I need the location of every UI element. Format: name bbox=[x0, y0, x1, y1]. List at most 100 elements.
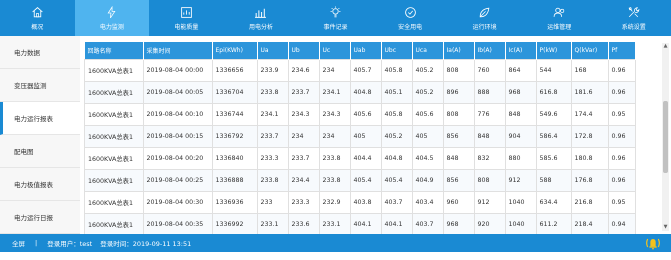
table-cell: 176.8 bbox=[570, 169, 609, 192]
nav-item-2[interactable]: 电能质量 bbox=[149, 0, 224, 36]
table-cell: 0.96 bbox=[607, 169, 636, 192]
table-cell: 585.6 bbox=[535, 147, 572, 170]
table-cell: 404.8 bbox=[380, 147, 413, 170]
column-header[interactable]: P(kW) bbox=[536, 42, 572, 60]
vertical-scrollbar[interactable]: ▲ ▼ bbox=[662, 43, 669, 231]
column-header[interactable]: Q(kVar) bbox=[571, 42, 609, 60]
column-header[interactable]: Ubc bbox=[381, 42, 413, 60]
table-cell: 234 bbox=[287, 125, 320, 148]
home-icon bbox=[32, 6, 43, 17]
column-header[interactable]: 采集时间 bbox=[143, 42, 213, 60]
table-cell: 403.7 bbox=[380, 191, 413, 214]
nav-item-3[interactable]: 用电分析 bbox=[224, 0, 299, 36]
table-cell: 2019-08-04 00:00 bbox=[142, 59, 213, 82]
table-cell: 960 bbox=[442, 191, 475, 214]
table-cell: 404.9 bbox=[411, 169, 444, 192]
column-header[interactable]: Uca bbox=[412, 42, 444, 60]
column-header[interactable]: Ua bbox=[257, 42, 289, 60]
table-cell: 1600KVA总表1 bbox=[84, 147, 144, 170]
table-cell: 0.95 bbox=[607, 191, 636, 214]
sidebar-item-2[interactable]: 电力运行报表 bbox=[0, 102, 80, 135]
nav-item-0[interactable]: 概况 bbox=[0, 0, 75, 36]
table-cell: 404.5 bbox=[411, 147, 444, 170]
table-cell: 233.9 bbox=[256, 59, 289, 82]
table-cell: 403.4 bbox=[411, 191, 444, 214]
nav-item-7[interactable]: 运维管理 bbox=[522, 0, 597, 36]
scroll-thumb[interactable] bbox=[663, 101, 668, 173]
sidebar-item-5[interactable]: 电力运行日报 bbox=[0, 201, 80, 234]
nav-item-label: 用电分析 bbox=[248, 23, 273, 31]
table-cell: 912 bbox=[504, 169, 537, 192]
table-cell: 234 bbox=[318, 125, 351, 148]
table-cell: 848 bbox=[442, 147, 475, 170]
column-header[interactable]: Ib(A) bbox=[474, 42, 506, 60]
column-header[interactable]: Epi(KWh) bbox=[212, 42, 258, 60]
table-row: 1600KVA总表1 2019-08-04 00:35 1336992 233.1 23… bbox=[84, 213, 636, 234]
column-header[interactable]: Ub bbox=[288, 42, 320, 60]
table-cell: 1600KVA总表1 bbox=[84, 125, 144, 148]
table-cell: 233.3 bbox=[287, 191, 320, 214]
table-row: 1600KVA总表1 2019-08-04 00:25 1336888 233.8 23… bbox=[84, 169, 636, 192]
table-cell: 233.8 bbox=[318, 169, 351, 192]
nav-item-5[interactable]: 安全用电 bbox=[373, 0, 448, 36]
table-cell: 234.4 bbox=[287, 169, 320, 192]
table-cell: 1336936 bbox=[211, 191, 258, 214]
table-cell: 760 bbox=[473, 59, 506, 82]
table-row: 1600KVA总表1 2019-08-04 00:05 1336704 233.8 23… bbox=[84, 81, 636, 104]
scroll-down-arrow-icon[interactable]: ▼ bbox=[662, 224, 669, 231]
status-bar: 全屏 | 登录用户：test 登录时间：2019-09-11 13:51 bbox=[0, 234, 671, 252]
table-cell: 1336792 bbox=[211, 125, 258, 148]
table-cell: 405.7 bbox=[349, 59, 382, 82]
table-cell: 856 bbox=[442, 125, 475, 148]
nav-item-6[interactable]: 运行环境 bbox=[447, 0, 522, 36]
shield-check-icon bbox=[404, 6, 416, 18]
table-cell: 218.4 bbox=[570, 213, 609, 234]
table-cell: 2019-08-04 00:35 bbox=[142, 213, 213, 234]
column-header[interactable]: Ic(A) bbox=[505, 42, 537, 60]
scroll-up-arrow-icon[interactable]: ▲ bbox=[662, 43, 669, 50]
nav-item-8[interactable]: 系统设置 bbox=[597, 0, 671, 36]
table-cell: 233.8 bbox=[256, 81, 289, 104]
table-cell: 404.4 bbox=[349, 147, 382, 170]
chart-box-icon bbox=[181, 6, 192, 18]
table-cell: 0.96 bbox=[607, 59, 636, 82]
table-cell: 404.1 bbox=[380, 213, 413, 234]
table-cell: 808 bbox=[442, 59, 475, 82]
sidebar-item-0[interactable]: 电力数据 bbox=[0, 36, 80, 69]
nav-item-1[interactable]: 电力监测 bbox=[74, 0, 150, 36]
table-cell: 611.2 bbox=[535, 213, 572, 234]
table-cell: 404.1 bbox=[349, 213, 382, 234]
table-cell: 405 bbox=[411, 125, 444, 148]
table-cell: 233.7 bbox=[256, 125, 289, 148]
table-cell: 586.4 bbox=[535, 125, 572, 148]
table-cell: 1600KVA总表1 bbox=[84, 213, 144, 234]
table-cell: 1600KVA总表1 bbox=[84, 169, 144, 192]
table-cell: 0.96 bbox=[607, 147, 636, 170]
table-cell: 588 bbox=[535, 169, 572, 192]
nav-item-4[interactable]: 事件记录 bbox=[298, 0, 373, 36]
table-cell: 234.3 bbox=[287, 103, 320, 126]
table-cell: 233.8 bbox=[256, 169, 289, 192]
table-cell: 1600KVA总表1 bbox=[84, 191, 144, 214]
sidebar-item-3[interactable]: 配电图 bbox=[0, 135, 80, 168]
table-cell: 888 bbox=[473, 81, 506, 104]
table-cell: 808 bbox=[473, 169, 506, 192]
column-header[interactable]: Ia(A) bbox=[443, 42, 475, 60]
table-cell: 544 bbox=[535, 59, 572, 82]
table-cell: 920 bbox=[473, 213, 506, 234]
table-cell: 234.1 bbox=[256, 103, 289, 126]
top-nav: 概况 电力监测 电能质量 用电分析 事件记录 安全用电 运行环境 运维管理 系统设置 bbox=[0, 0, 671, 36]
alarm-bell-icon[interactable] bbox=[645, 236, 661, 250]
sidebar-item-1[interactable]: 变压器监测 bbox=[0, 69, 80, 102]
column-header[interactable]: 回路名称 bbox=[84, 42, 144, 60]
table-cell: 968 bbox=[442, 213, 475, 234]
table-cell: 180.8 bbox=[570, 147, 609, 170]
table-cell: 233.6 bbox=[287, 213, 320, 234]
column-header[interactable]: Uc bbox=[319, 42, 351, 60]
fullscreen-link[interactable]: 全屏 bbox=[0, 238, 25, 248]
column-header[interactable]: Pf bbox=[608, 42, 636, 60]
sidebar-item-4[interactable]: 电力极值报表 bbox=[0, 168, 80, 201]
lightning-icon bbox=[107, 5, 116, 18]
table-cell: 405.4 bbox=[380, 169, 413, 192]
column-header[interactable]: Uab bbox=[350, 42, 382, 60]
